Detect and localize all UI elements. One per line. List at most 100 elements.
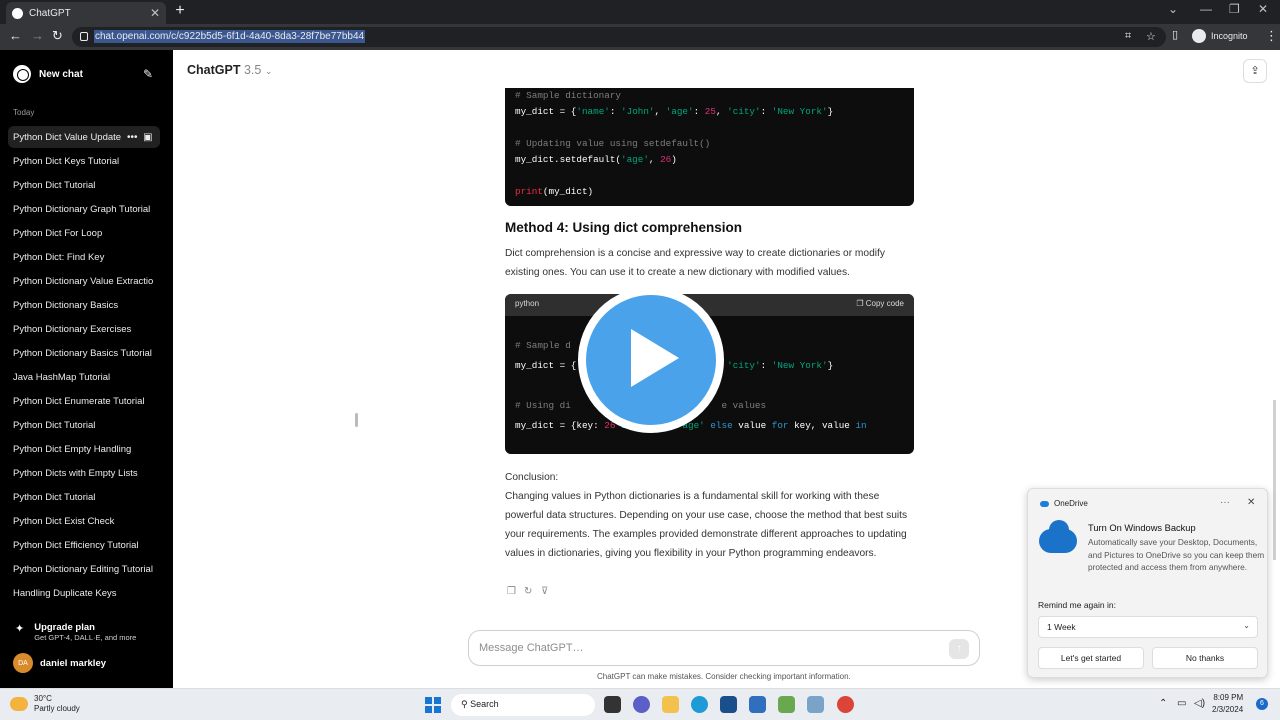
- thumbs-down-icon[interactable]: ⊽: [541, 586, 548, 597]
- history-item[interactable]: Python Dictionary Basics: [13, 300, 153, 311]
- model-selector[interactable]: ChatGPT 3.5 ⌄: [187, 63, 272, 77]
- no-thanks-button[interactable]: No thanks: [1152, 647, 1258, 669]
- time: 8:09 PM: [1213, 693, 1244, 702]
- notification-app: OneDrive: [1040, 499, 1088, 508]
- incognito-indicator[interactable]: Incognito: [1192, 29, 1248, 43]
- history-item[interactable]: Python Dict Enumerate Tutorial: [13, 396, 153, 407]
- lets-get-started-button[interactable]: Let's get started: [1038, 647, 1144, 669]
- history-item[interactable]: Python Dict Empty Handling: [13, 444, 153, 455]
- history-item[interactable]: Python Dict: Find Key: [13, 252, 153, 263]
- browser-menu-icon[interactable]: ⋮: [1265, 28, 1278, 44]
- history-item[interactable]: Python Dict Efficiency Tutorial: [13, 540, 153, 551]
- chevron-up-icon[interactable]: ⌃: [1159, 698, 1167, 709]
- chevron-down-icon: ⌄: [264, 66, 273, 76]
- app-icon[interactable]: [778, 696, 795, 713]
- incognito-label: Incognito: [1211, 31, 1248, 41]
- history-item-actions: ••• ▣: [127, 132, 153, 143]
- history-item[interactable]: Python Dict Tutorial: [13, 180, 153, 191]
- history-item[interactable]: Python Dictionary Value Extraction: [13, 276, 153, 287]
- history-item[interactable]: Python Dictionary Editing Tutorial: [13, 564, 153, 575]
- side-panel-icon[interactable]: ▯: [1172, 28, 1178, 41]
- model-version: 3.5: [243, 63, 262, 77]
- weather-widget[interactable]: 30°C Partly cloudy: [10, 694, 80, 714]
- site-info-icon[interactable]: [80, 32, 88, 41]
- minimize-icon[interactable]: —: [1200, 2, 1212, 16]
- new-tab-icon[interactable]: +: [172, 2, 188, 20]
- message-composer[interactable]: Message ChatGPT… ↑: [468, 630, 980, 666]
- tab-search-icon[interactable]: ⌄: [1168, 2, 1178, 16]
- history-item[interactable]: Handling Duplicate Keys: [13, 588, 153, 599]
- history-item[interactable]: Python Dictionary Graph Tutorial: [13, 204, 153, 215]
- new-chat-label: New chat: [39, 68, 83, 80]
- back-icon[interactable]: ←: [9, 28, 22, 43]
- history-item[interactable]: Python Dictionary Basics Tutorial: [13, 348, 153, 359]
- history-item[interactable]: Python Dict Tutorial: [13, 420, 153, 431]
- code-line: my_dict = {'name': 'John', 'age': 25, 'c…: [515, 106, 834, 117]
- network-icon[interactable]: ▭: [1177, 698, 1186, 709]
- url-text[interactable]: chat.openai.com/c/c922b5d5-6f1d-4a40-8da…: [94, 30, 366, 43]
- history-item[interactable]: Python Dicts with Empty Lists: [13, 468, 153, 479]
- close-tab-icon[interactable]: ✕: [150, 6, 160, 20]
- archive-icon[interactable]: ▣: [143, 132, 152, 143]
- copy-icon[interactable]: ❐: [507, 586, 516, 597]
- close-icon[interactable]: ✕: [1247, 497, 1255, 508]
- send-button[interactable]: ↑: [949, 639, 969, 659]
- teams-icon[interactable]: [633, 696, 650, 713]
- notification-badge[interactable]: 6: [1256, 698, 1268, 710]
- bookmark-star-icon[interactable]: ☆: [1146, 30, 1156, 43]
- history-item[interactable]: Python Dictionary Exercises: [13, 324, 153, 335]
- user-name: daniel markley: [40, 657, 107, 669]
- volume-icon[interactable]: ◁): [1194, 698, 1205, 709]
- clock[interactable]: 8:09 PM 2/3/2024: [1212, 692, 1243, 716]
- close-window-icon[interactable]: ✕: [1258, 2, 1268, 16]
- sidebar-resize-handle[interactable]: [355, 413, 358, 427]
- notification-app-name: OneDrive: [1054, 499, 1088, 508]
- history-item[interactable]: Python Dict Exist Check: [13, 516, 153, 527]
- taskbar-search[interactable]: ⚲ Search: [451, 694, 595, 716]
- compose-icon[interactable]: ✎: [143, 67, 153, 81]
- task-view-icon[interactable]: [604, 696, 621, 713]
- more-options-icon[interactable]: •••: [127, 132, 138, 143]
- upgrade-subtitle: Get GPT-4, DALL·E, and more: [34, 633, 137, 642]
- file-explorer-icon[interactable]: [662, 696, 679, 713]
- remind-value: 1 Week: [1047, 622, 1076, 632]
- browser-tab-bar: ChatGPT ✕ + ⌄ — ❐ ✕: [0, 0, 1280, 24]
- copy-code-button[interactable]: ❐ Copy code: [856, 299, 904, 308]
- tab-title: ChatGPT: [29, 7, 71, 19]
- new-chat-button[interactable]: New chat: [13, 65, 83, 83]
- video-play-button[interactable]: [578, 287, 724, 433]
- message-input[interactable]: Message ChatGPT…: [479, 642, 584, 654]
- edge-icon[interactable]: [691, 696, 708, 713]
- weather-condition: Partly cloudy: [34, 704, 80, 713]
- upgrade-plan-button[interactable]: ✦ Upgrade plan Get GPT-4, DALL·E, and mo…: [15, 622, 136, 642]
- sidebar: New chat ✎ Today Python Dict Value Updat…: [0, 50, 173, 688]
- history-item[interactable]: Python Dict Keys Tutorial: [13, 156, 153, 167]
- conclusion-text: Changing values in Python dictionaries i…: [505, 491, 908, 559]
- chrome-icon[interactable]: [837, 696, 854, 713]
- user-menu[interactable]: DA daniel markley: [13, 653, 106, 673]
- history-item[interactable]: Python Dict For Loop: [13, 228, 153, 239]
- restore-icon[interactable]: ❐: [1229, 2, 1240, 16]
- code-block-header: python ❐ Copy code: [505, 294, 914, 316]
- temperature: 30°C: [34, 694, 52, 703]
- url-bar[interactable]: chat.openai.com/c/c922b5d5-6f1d-4a40-8da…: [72, 27, 1166, 47]
- scrollbar[interactable]: [1273, 400, 1276, 560]
- share-icon: ⇪: [1250, 65, 1260, 77]
- regenerate-icon[interactable]: ↻: [524, 586, 532, 597]
- address-toolbar: ← → ↻ chat.openai.com/c/c922b5d5-6f1d-4a…: [0, 24, 1280, 50]
- more-options-icon[interactable]: ···: [1220, 497, 1230, 508]
- forward-icon[interactable]: →: [31, 28, 44, 43]
- vscode-icon[interactable]: [749, 696, 766, 713]
- share-button[interactable]: ⇪: [1243, 59, 1267, 83]
- store-icon[interactable]: [720, 696, 737, 713]
- history-item[interactable]: Java HashMap Tutorial: [13, 372, 153, 383]
- remind-select[interactable]: 1 Week ⌄: [1038, 616, 1258, 638]
- no-tracking-icon[interactable]: ⌗: [1125, 30, 1131, 43]
- history-item[interactable]: Python Dict Tutorial: [13, 492, 153, 503]
- app-icon[interactable]: [807, 696, 824, 713]
- reload-icon[interactable]: ↻: [52, 28, 63, 44]
- browser-tab[interactable]: ChatGPT ✕: [6, 2, 166, 24]
- start-button[interactable]: [425, 697, 441, 713]
